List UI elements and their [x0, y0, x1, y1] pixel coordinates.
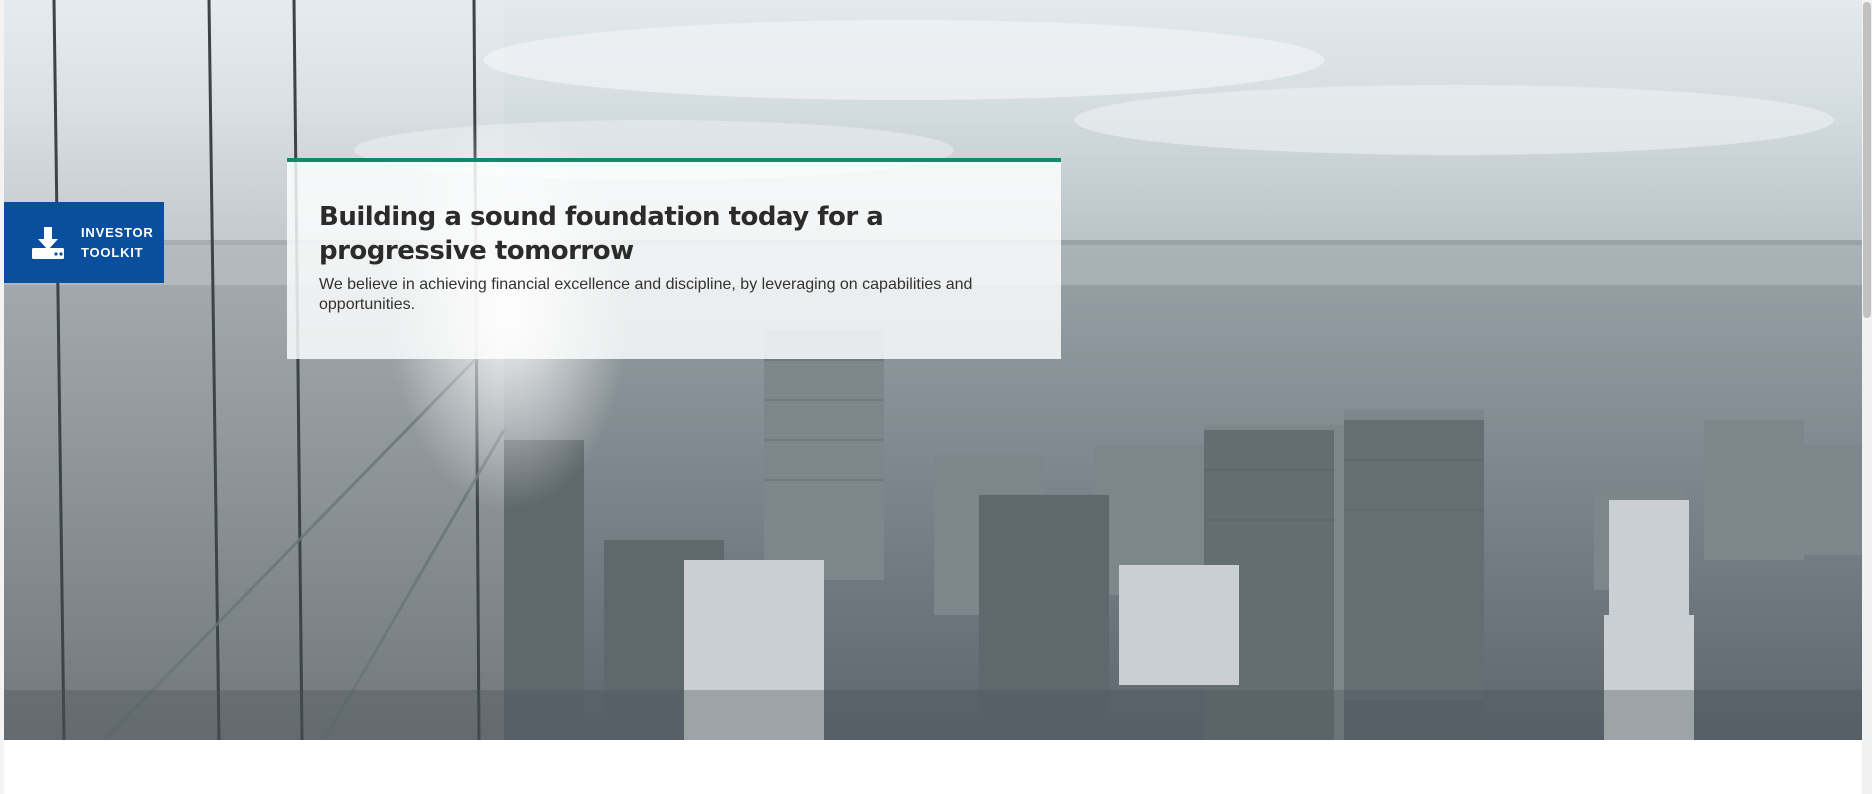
hero-content-card: Building a sound foundation today for a … [287, 158, 1061, 359]
city-skyline-image [4, 0, 1862, 740]
investor-toolkit-line1: INVESTOR [81, 224, 154, 240]
hero-description: We believe in achieving financial excell… [319, 276, 973, 313]
hero-banner: Building a sound foundation today for a … [4, 0, 1862, 740]
download-icon [32, 226, 64, 259]
investor-toolkit-line2: TOOLKIT [81, 244, 144, 260]
scrollbar-thumb[interactable] [1863, 2, 1871, 318]
hero-headline: Building a sound foundation today for a … [319, 202, 884, 266]
investor-toolkit-button[interactable]: INVESTOR TOOLKIT [4, 202, 164, 283]
investor-toolkit-label: INVESTOR TOOLKIT [81, 223, 161, 263]
page-scrollbar[interactable] [1862, 0, 1872, 794]
